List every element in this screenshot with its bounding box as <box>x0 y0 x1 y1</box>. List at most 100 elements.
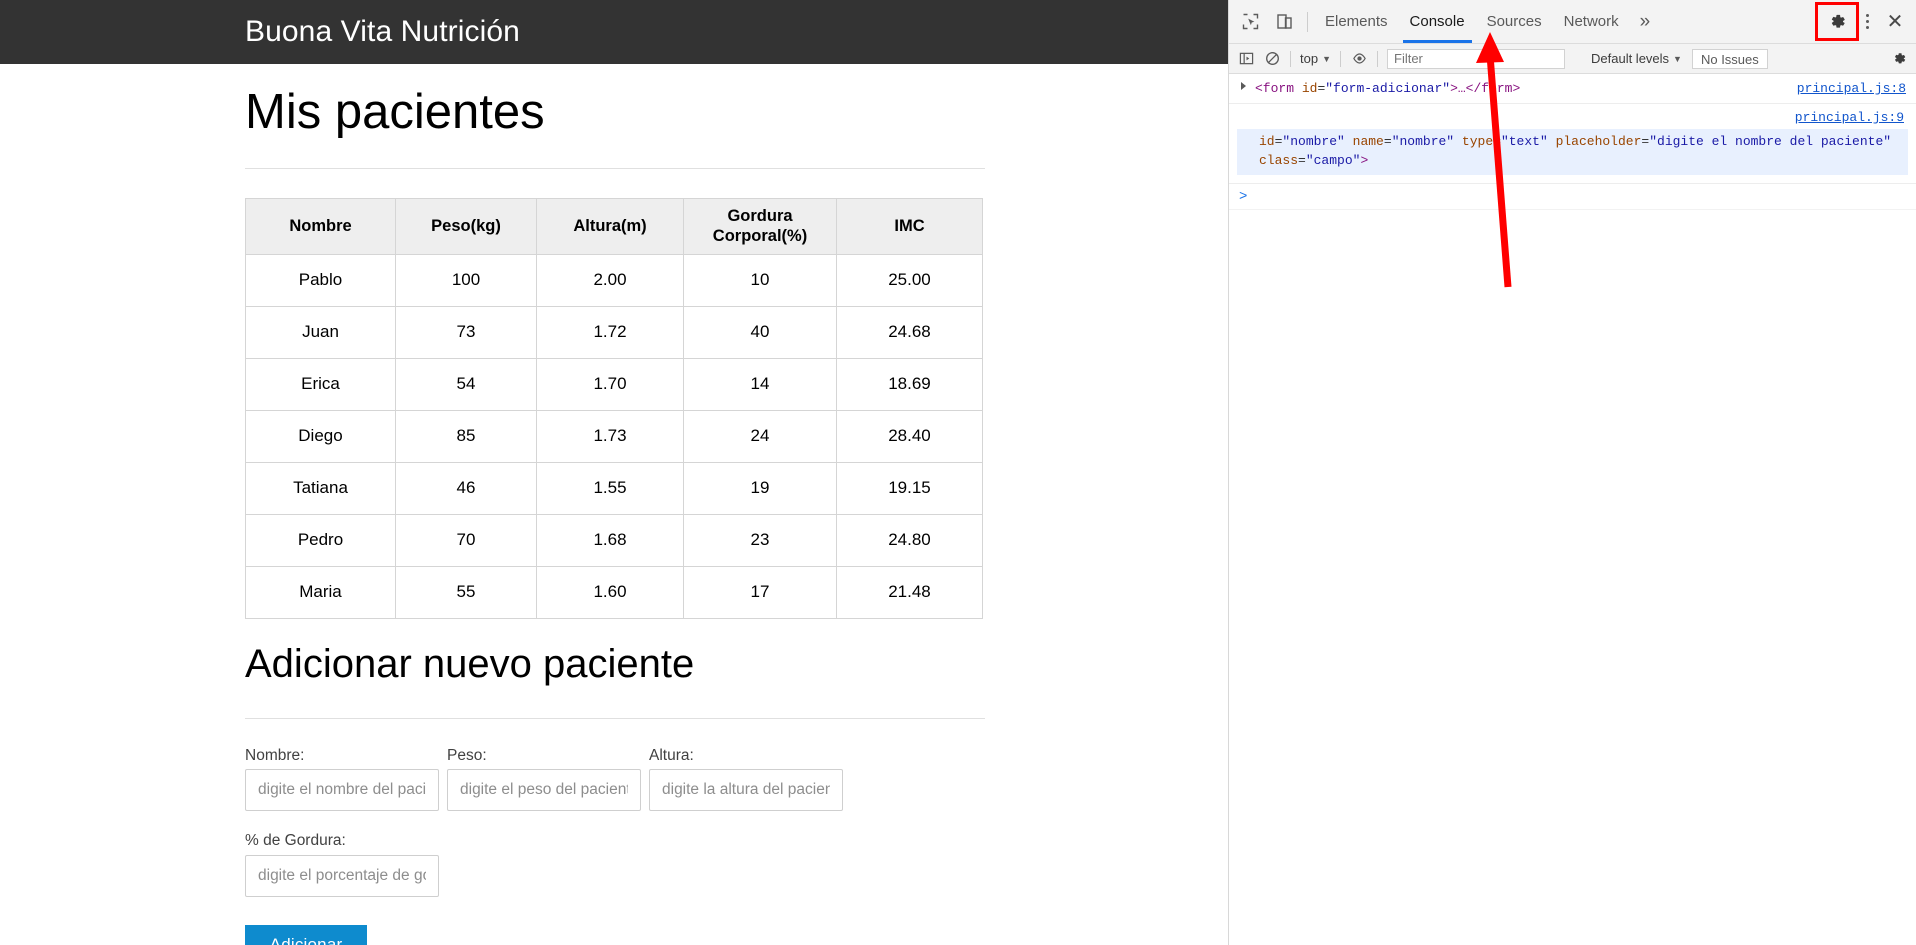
cell-nombre: Erica <box>245 357 396 411</box>
issues-badge[interactable]: No Issues <box>1691 48 1768 69</box>
console-output: <form id="form-adicionar">…</form> princ… <box>1229 74 1916 210</box>
cell-imc: 21.48 <box>836 565 983 619</box>
log-levels-label: Default levels <box>1591 51 1670 66</box>
web-page: Buona Vita Nutrición Mis pacientes Nombr… <box>0 0 1228 945</box>
prompt-caret-icon: > <box>1239 189 1248 205</box>
more-tabs-icon[interactable]: » <box>1630 0 1661 43</box>
cell-imc: 25.00 <box>836 253 983 307</box>
devtools-toolbar-right: ✕ <box>1815 2 1912 41</box>
console-sidebar-icon[interactable] <box>1233 46 1259 72</box>
cell-altura: 1.70 <box>536 357 684 411</box>
console-message-form[interactable]: <form id="form-adicionar">…</form> princ… <box>1229 74 1916 104</box>
screenshot-root: Buona Vita Nutrición Mis pacientes Nombr… <box>0 0 1916 945</box>
nombre-input[interactable] <box>245 769 439 812</box>
section-title-add-patient: Adicionar nuevo paciente <box>245 641 695 686</box>
label-nombre: Nombre: <box>245 746 305 764</box>
cell-peso: 46 <box>395 461 537 515</box>
table-row: Pablo 100 2.00 10 25.00 <box>245 253 983 307</box>
gear-icon[interactable] <box>1815 2 1859 41</box>
execution-context-selector[interactable]: top ▼ <box>1296 51 1335 66</box>
field-nombre: Nombre: <box>245 748 439 812</box>
cell-gordura: 24 <box>683 409 837 463</box>
cell-gordura: 17 <box>683 565 837 619</box>
chevron-down-icon: ▼ <box>1322 53 1331 64</box>
label-gordura: % de Gordura: <box>245 832 346 850</box>
logged-input-node[interactable]: id="nombre" name="nombre" type="text" pl… <box>1237 129 1908 175</box>
cell-peso: 100 <box>395 253 537 307</box>
log-form-tag-close: >…</form> <box>1450 81 1521 96</box>
source-link-principal-js-8[interactable]: principal.js:8 <box>1797 79 1906 98</box>
cell-nombre: Pablo <box>245 253 396 307</box>
col-header-altura: Altura(m) <box>536 197 684 255</box>
gordura-input[interactable] <box>245 854 439 897</box>
tab-console[interactable]: Console <box>1399 0 1476 43</box>
toolbar-divider <box>1307 11 1308 32</box>
altura-input[interactable] <box>649 769 843 812</box>
table-row: Maria 55 1.60 17 21.48 <box>245 565 983 619</box>
patients-table: Nombre Peso(kg) Altura(m) Gordura Corpor… <box>245 197 983 619</box>
cell-gordura: 19 <box>683 461 837 515</box>
log-levels-dropdown[interactable]: Default levels ▼ <box>1591 51 1682 66</box>
console-filter-bar: top ▼ Default levels ▼ No Issues <box>1229 44 1916 74</box>
filterbar-divider-2 <box>1340 50 1341 67</box>
site-brand: Buona Vita Nutrición <box>245 15 520 48</box>
table-row: Juan 73 1.72 40 24.68 <box>245 305 983 359</box>
cell-imc: 19.15 <box>836 461 983 515</box>
cell-nombre: Pedro <box>245 513 396 567</box>
console-settings-gear-icon[interactable] <box>1886 46 1912 72</box>
tab-network[interactable]: Network <box>1553 0 1630 43</box>
inspect-element-icon[interactable] <box>1233 5 1267 39</box>
site-header: Buona Vita Nutrición <box>0 0 1228 64</box>
form-row-2: % de Gordura: <box>245 833 1228 897</box>
table-header-row: Nombre Peso(kg) Altura(m) Gordura Corpor… <box>245 197 983 255</box>
page-title: Mis pacientes <box>245 85 545 139</box>
console-filter-input[interactable] <box>1387 48 1565 69</box>
field-altura: Altura: <box>649 748 843 812</box>
more-options-icon[interactable] <box>1856 5 1878 39</box>
cell-gordura: 10 <box>683 253 837 307</box>
device-toolbar-icon[interactable] <box>1267 5 1301 39</box>
col-header-gordura-line1: Gordura <box>727 207 793 226</box>
add-patient-form: Nombre: Peso: Altura: % de Gordura: <box>245 748 1228 945</box>
tab-elements[interactable]: Elements <box>1314 0 1399 43</box>
chevron-down-icon: ▼ <box>1673 53 1682 64</box>
cell-altura: 1.68 <box>536 513 684 567</box>
field-gordura: % de Gordura: <box>245 833 439 897</box>
cell-peso: 54 <box>395 357 537 411</box>
divider-form <box>245 717 985 719</box>
filterbar-divider-3 <box>1377 50 1378 67</box>
console-prompt-row[interactable]: > <box>1229 184 1916 210</box>
col-header-peso: Peso(kg) <box>395 197 537 255</box>
table-row: Erica 54 1.70 14 18.69 <box>245 357 983 411</box>
adicionar-button[interactable]: Adicionar <box>245 924 367 945</box>
table-row: Diego 85 1.73 24 28.40 <box>245 409 983 463</box>
peso-input[interactable] <box>447 769 641 812</box>
live-expression-icon[interactable] <box>1346 46 1372 72</box>
cell-gordura: 14 <box>683 357 837 411</box>
log-form-tag-open: <form <box>1255 81 1295 96</box>
cell-nombre: Tatiana <box>245 461 396 515</box>
cell-nombre: Diego <box>245 409 396 463</box>
patients-table-body: Pablo 100 2.00 10 25.00 Juan 73 1.72 40 24.68 Eric… <box>245 253 983 619</box>
clear-console-icon[interactable] <box>1259 46 1285 72</box>
field-peso: Peso: <box>447 748 641 812</box>
cell-gordura: 23 <box>683 513 837 567</box>
filterbar-divider-1 <box>1290 50 1291 67</box>
source-link-principal-js-9[interactable]: principal.js:9 <box>1237 110 1904 125</box>
tab-sources[interactable]: Sources <box>1476 0 1553 43</box>
console-message-input[interactable]: principal.js:9 id="nombre" name="nombre"… <box>1229 104 1916 184</box>
col-header-nombre: Nombre <box>245 197 396 255</box>
divider-top <box>245 167 985 169</box>
cell-gordura: 40 <box>683 305 837 359</box>
log-form-attr-value: "form-adicionar" <box>1325 81 1451 96</box>
col-header-gordura: Gordura Corporal(%) <box>683 197 837 255</box>
cell-altura: 1.55 <box>536 461 684 515</box>
cell-altura: 1.73 <box>536 409 684 463</box>
close-icon[interactable]: ✕ <box>1878 5 1912 39</box>
page-content: Mis pacientes Nombre Peso(kg) Altura(m) … <box>0 85 1228 945</box>
execution-context-label: top <box>1300 51 1319 66</box>
devtools-tabbar: Elements Console Sources Network » ✕ <box>1229 0 1916 44</box>
col-header-imc: IMC <box>836 197 983 255</box>
cell-imc: 24.80 <box>836 513 983 567</box>
expand-arrow-icon[interactable] <box>1241 82 1246 90</box>
